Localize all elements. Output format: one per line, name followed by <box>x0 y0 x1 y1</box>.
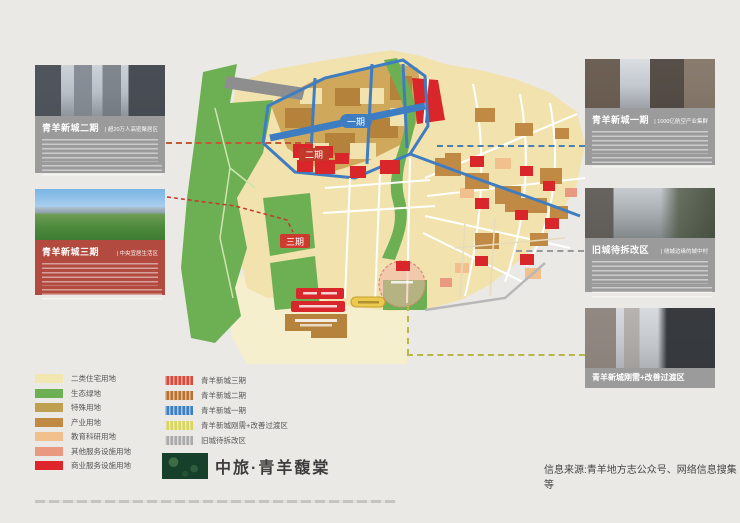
svg-text:二期: 二期 <box>305 150 323 160</box>
legend-swatch <box>165 376 193 385</box>
connector-transition-line-v <box>407 305 409 355</box>
callout-oldtown: 旧城待拆改区 | 绕城边缘的城中村 <box>585 188 715 292</box>
legend-item: 生态绿地 <box>35 389 131 398</box>
legend-swatch <box>35 447 63 456</box>
legend-swatch <box>35 403 63 412</box>
source-note: 信息来源:青羊地方志公众号、网络信息搜集等 <box>544 461 740 491</box>
legend-label: 生态绿地 <box>71 388 101 399</box>
legend-item: 青羊新城刚需+改善过渡区 <box>165 421 288 430</box>
callout-subtitle: | 绕城边缘的城中村 <box>661 247 708 255</box>
callout-title: 青羊新城刚需+改善过渡区 <box>592 372 685 383</box>
legend-swatch <box>35 432 63 441</box>
brand-logo-image <box>162 453 208 479</box>
callout-title: 青羊新城二期 <box>42 121 99 134</box>
district-map: 一期 二期 三期 <box>175 48 590 393</box>
legend-item: 青羊新城一期 <box>165 406 288 415</box>
callout-bodytext <box>592 287 712 300</box>
legend-label: 青羊新城三期 <box>201 375 246 386</box>
legend-item: 其他服务设施用地 <box>35 447 131 456</box>
callout-phase3: 青羊新城三期 | 中央宜居生活区 <box>35 189 165 295</box>
callout-bodytext <box>42 165 162 178</box>
legend-swatch <box>165 421 193 430</box>
legend-label: 特殊用地 <box>71 402 101 413</box>
callout-bodytext <box>42 263 158 286</box>
poster-canvas: 一期 二期 三期 <box>0 0 740 523</box>
callout-bodytext <box>42 289 162 302</box>
phase3-label: 三期 <box>280 234 310 248</box>
callout-title: 青羊新城一期 <box>592 113 649 126</box>
legend-label: 产业用地 <box>71 417 101 428</box>
park-skyline-photo <box>35 189 165 240</box>
callout-subtitle: | 超20万人高密聚居区 <box>105 125 158 133</box>
residential-towers-photo <box>585 308 715 368</box>
fine-print-line <box>35 500 395 503</box>
legend-item: 二类住宅用地 <box>35 374 131 383</box>
city-street-photo <box>35 65 165 116</box>
phase1-label: 一期 <box>340 114 372 128</box>
legend-label: 青羊新城二期 <box>201 390 246 401</box>
legend-item: 旧城待拆改区 <box>165 436 288 445</box>
legend-item: 产业用地 <box>35 418 131 427</box>
callout-subtitle: | 中央宜居生活区 <box>117 249 158 257</box>
connector-phase2-line <box>166 142 311 144</box>
project-site-marker <box>379 261 425 307</box>
legend-swatch <box>35 389 63 398</box>
legend-swatch <box>165 391 193 400</box>
legend-swatch <box>35 461 63 470</box>
callout-title: 青羊新城三期 <box>42 245 99 258</box>
legend-item: 青羊新城二期 <box>165 391 288 400</box>
callout-bodytext <box>592 261 708 284</box>
connector-oldtown-line <box>516 250 584 252</box>
legend-phases: 青羊新城三期 青羊新城二期 青羊新城一期 青羊新城刚需+改善过渡区 旧城待拆改区 <box>165 376 288 445</box>
legend-label: 旧城待拆改区 <box>201 435 246 446</box>
callout-phase1: 青羊新城一期 | 1000亿航空产业集群 <box>585 59 715 165</box>
legend-swatch <box>165 436 193 445</box>
legend-item: 教育科研用地 <box>35 432 131 441</box>
callout-title: 旧城待拆改区 <box>592 243 649 256</box>
legend-swatch <box>165 406 193 415</box>
legend-item: 特殊用地 <box>35 403 131 412</box>
phase2-label: 二期 <box>299 148 329 161</box>
callout-phase2: 青羊新城二期 | 超20万人高密聚居区 <box>35 65 165 173</box>
legend-label: 二类住宅用地 <box>71 373 116 384</box>
legend-swatch <box>35 374 63 383</box>
connector-phase1-line <box>437 145 585 147</box>
legend-swatch <box>35 418 63 427</box>
brand-name: 中旅·青羊馥棠 <box>215 453 330 479</box>
legend-label: 其他服务设施用地 <box>71 446 131 457</box>
legend-item: 青羊新城三期 <box>165 376 288 385</box>
callout-bodytext <box>42 139 158 162</box>
callout-bodytext <box>592 157 712 170</box>
legend-label: 青羊新城一期 <box>201 405 246 416</box>
legend-label: 商业服务设施用地 <box>71 460 131 471</box>
legend-label: 青羊新城刚需+改善过渡区 <box>201 420 288 431</box>
legend-label: 教育科研用地 <box>71 431 116 442</box>
callout-bodytext <box>592 131 708 154</box>
village-street-photo <box>585 188 715 238</box>
svg-text:三期: 三期 <box>286 237 304 247</box>
svg-text:一期: 一期 <box>347 117 365 127</box>
callout-subtitle: | 1000亿航空产业集群 <box>654 117 708 125</box>
legend-item: 商业服务设施用地 <box>35 461 131 470</box>
connector-transition-line-h <box>407 354 585 356</box>
office-towers-photo <box>585 59 715 108</box>
legend-landuse: 二类住宅用地 生态绿地 特殊用地 产业用地 教育科研用地 其他服务设施用地 商业… <box>35 374 131 470</box>
callout-transition: 青羊新城刚需+改善过渡区 <box>585 308 715 388</box>
